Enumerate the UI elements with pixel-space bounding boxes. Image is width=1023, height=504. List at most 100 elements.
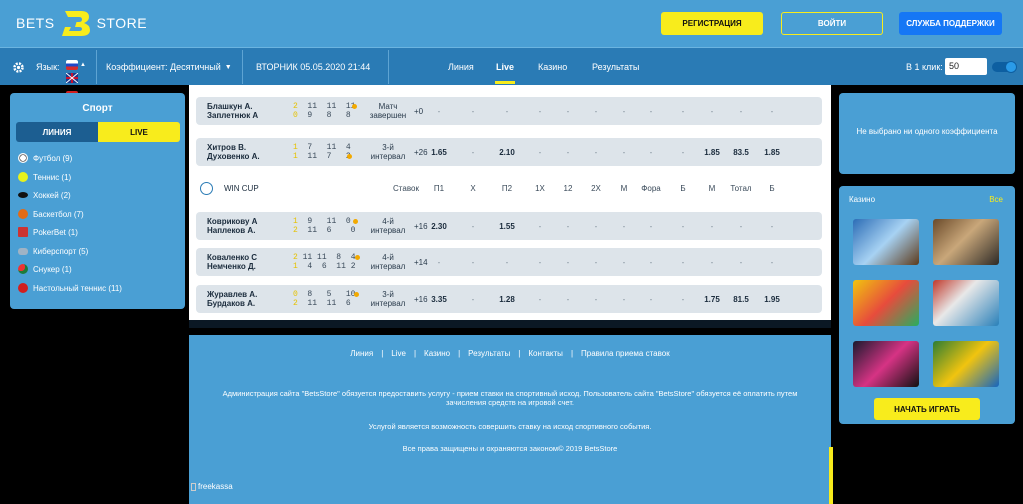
casino-game-tile[interactable]: [933, 219, 999, 265]
odds-cell[interactable]: -: [581, 107, 611, 116]
tab-casino[interactable]: Казино: [538, 48, 567, 86]
casino-game-tile[interactable]: [933, 341, 999, 387]
odds-cell[interactable]: -: [609, 107, 639, 116]
odds-cell[interactable]: -: [553, 107, 583, 116]
freekassa-image[interactable]: freekassa: [191, 482, 233, 491]
sport-item-table-tennis[interactable]: Настольный теннис (11): [18, 281, 122, 295]
sport-item-esports[interactable]: Киберспорт (5): [18, 244, 88, 258]
login-button[interactable]: ВОЙТИ: [781, 12, 883, 35]
gear-icon[interactable]: [12, 48, 26, 86]
odds-cell[interactable]: 1.75: [697, 295, 727, 304]
event-row[interactable]: Журавлев А. Бурдаков А. 0 8 5 10 2 11 11…: [196, 285, 822, 313]
odds-cell[interactable]: -: [668, 107, 698, 116]
casino-game-tile[interactable]: [853, 219, 919, 265]
scrollbar-thumb[interactable]: [829, 447, 833, 504]
odds-cell[interactable]: -: [697, 258, 727, 267]
odds-cell[interactable]: -: [668, 222, 698, 231]
support-button[interactable]: СЛУЖБА ПОДДЕРЖКИ: [899, 12, 1002, 35]
odds-cell[interactable]: 1.28: [492, 295, 522, 304]
odds-cell[interactable]: -: [726, 258, 756, 267]
odds-cell[interactable]: -: [458, 222, 488, 231]
odds-cell[interactable]: 1.55: [492, 222, 522, 231]
odds-cell[interactable]: 81.5: [726, 295, 756, 304]
casino-game-tile[interactable]: [853, 280, 919, 326]
odds-cell[interactable]: -: [581, 148, 611, 157]
language-selector[interactable]: Язык:: [36, 48, 60, 86]
odds-cell[interactable]: 1.95: [757, 295, 787, 304]
odds-cell[interactable]: -: [636, 258, 666, 267]
sport-item-basketball[interactable]: Баскетбол (7): [18, 207, 84, 221]
footer-link-line[interactable]: Линия: [350, 349, 373, 358]
event-row[interactable]: Коваленко С Немченко Д. 2 11 11 8 4 1 4 …: [196, 248, 822, 276]
odds-cell[interactable]: -: [458, 258, 488, 267]
odds-cell[interactable]: -: [581, 222, 611, 231]
odds-cell[interactable]: 1.65: [424, 148, 454, 157]
odds-cell[interactable]: -: [553, 258, 583, 267]
odds-cell[interactable]: -: [757, 222, 787, 231]
odds-cell[interactable]: -: [492, 258, 522, 267]
odds-cell[interactable]: -: [525, 258, 555, 267]
tab-results[interactable]: Результаты: [592, 48, 639, 86]
more-markets-link[interactable]: +0: [414, 107, 423, 116]
odds-cell[interactable]: -: [636, 222, 666, 231]
start-playing-button[interactable]: НАЧАТЬ ИГРАТЬ: [874, 398, 980, 420]
casino-game-tile[interactable]: [933, 280, 999, 326]
odds-cell[interactable]: -: [553, 222, 583, 231]
odds-cell[interactable]: -: [668, 295, 698, 304]
sport-item-pokerbet[interactable]: PokerBet (1): [18, 225, 78, 239]
odds-cell[interactable]: 3.35: [424, 295, 454, 304]
odds-cell[interactable]: -: [609, 148, 639, 157]
odds-cell[interactable]: -: [581, 258, 611, 267]
odds-cell[interactable]: -: [581, 295, 611, 304]
odds-cell[interactable]: -: [757, 107, 787, 116]
odds-cell[interactable]: -: [553, 148, 583, 157]
odds-cell[interactable]: 2.30: [424, 222, 454, 231]
odds-cell[interactable]: -: [424, 258, 454, 267]
odds-cell[interactable]: -: [726, 107, 756, 116]
odds-cell[interactable]: -: [609, 258, 639, 267]
odds-cell[interactable]: -: [609, 295, 639, 304]
sport-item-tennis[interactable]: Теннис (1): [18, 170, 71, 184]
odds-cell[interactable]: -: [668, 258, 698, 267]
one-click-amount-input[interactable]: 50: [945, 58, 987, 75]
odds-cell[interactable]: -: [525, 222, 555, 231]
event-row[interactable]: Коврикову А Наплеков А. 1 9 11 0 2 11 6 …: [196, 212, 822, 240]
odds-cell[interactable]: -: [757, 258, 787, 267]
odds-cell[interactable]: 83.5: [726, 148, 756, 157]
odds-cell[interactable]: -: [492, 107, 522, 116]
casino-all-link[interactable]: Все: [989, 195, 1003, 204]
casino-game-tile[interactable]: [853, 341, 919, 387]
odds-cell[interactable]: -: [525, 107, 555, 116]
logo[interactable]: BETS STORE: [16, 8, 147, 38]
footer-link-contacts[interactable]: Контакты: [528, 349, 563, 358]
sport-item-football[interactable]: Футбол (9): [18, 151, 72, 165]
event-row[interactable]: Блашкун А. Заплетнюк А 2 11 11 11 0 9 8 …: [196, 97, 822, 125]
register-button[interactable]: РЕГИСТРАЦИЯ: [661, 12, 763, 35]
odds-cell[interactable]: -: [697, 222, 727, 231]
odds-cell[interactable]: -: [636, 107, 666, 116]
sport-tab-live[interactable]: LIVE: [98, 122, 180, 142]
odds-cell[interactable]: 1.85: [757, 148, 787, 157]
odds-cell[interactable]: -: [636, 295, 666, 304]
footer-link-casino[interactable]: Казино: [424, 349, 450, 358]
odds-cell[interactable]: -: [458, 295, 488, 304]
coefficient-selector[interactable]: Коэффициент: Десятичный ▼: [106, 48, 232, 86]
odds-cell[interactable]: 2.10: [492, 148, 522, 157]
odds-cell[interactable]: -: [525, 148, 555, 157]
sport-tab-line[interactable]: ЛИНИЯ: [16, 122, 98, 142]
tab-line[interactable]: Линия: [448, 48, 474, 86]
russian-flag-icon[interactable]: [66, 60, 78, 70]
odds-cell[interactable]: -: [458, 148, 488, 157]
odds-cell[interactable]: -: [609, 222, 639, 231]
footer-link-results[interactable]: Результаты: [468, 349, 510, 358]
odds-cell[interactable]: -: [553, 295, 583, 304]
odds-cell[interactable]: -: [636, 148, 666, 157]
footer-link-live[interactable]: Live: [391, 349, 406, 358]
footer-link-rules[interactable]: Правила приема ставок: [581, 349, 670, 358]
sport-item-snooker[interactable]: Снукер (1): [18, 262, 72, 276]
odds-cell[interactable]: -: [697, 107, 727, 116]
odds-cell[interactable]: -: [424, 107, 454, 116]
odds-cell[interactable]: -: [458, 107, 488, 116]
odds-cell[interactable]: -: [726, 222, 756, 231]
odds-cell[interactable]: 1.85: [697, 148, 727, 157]
